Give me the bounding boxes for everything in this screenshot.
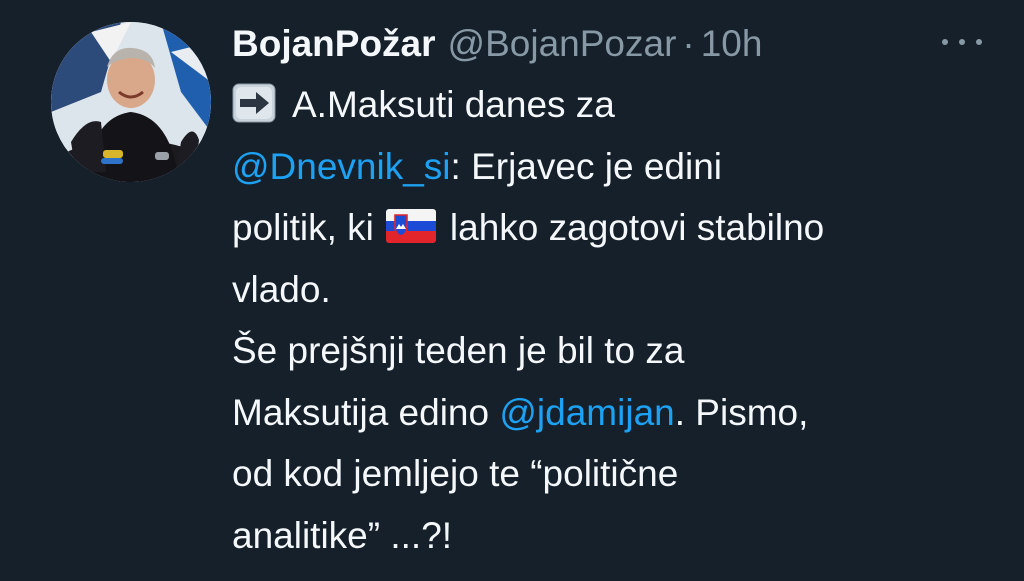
tweet-header: BojanPožar @BojanPozar · 10h [232,14,1002,74]
tweet-line-2-text: : Erjavec je edini [450,145,722,187]
mention-link-dnevnik[interactable]: @Dnevnik_si [232,146,451,187]
tweet-line-3-after: lahko zagotovi stabilno [449,207,825,248]
dot-shape [942,39,948,45]
right-arrow-emoji-icon [232,83,276,123]
tweet-line-1-text: A.Maksuti danes za [292,84,615,125]
dot-shape [959,39,965,45]
more-dots-icon[interactable] [942,30,982,54]
header-separator: · [682,23,695,64]
user-handle[interactable]: @BojanPozar [448,14,677,74]
tweet-content: BojanPožar @BojanPozar · 10h A.Maksuti d… [232,14,1002,566]
tweet-card[interactable]: BojanPožar @BojanPozar · 10h A.Maksuti d… [0,0,1024,581]
tweet-line: od kod jemljejo te “politične [232,453,679,494]
tweet-text: A.Maksuti danes za @Dnevnik_si: Erjavec … [232,74,1002,566]
tweet-timestamp[interactable]: 10h [701,14,763,74]
tweet-line-6-after: . Pismo, [674,391,809,433]
tweet-line: analitike” ...?! [232,514,453,556]
mention-link-jdamijan[interactable]: @jdamijan [499,392,674,433]
display-name[interactable]: BojanPožar [232,14,436,74]
tweet-line: Še prejšnji teden je bil to za [232,330,685,371]
avatar[interactable] [51,22,211,182]
tweet-line: Maksutija edino @jdamijan. Pismo, [232,382,1002,444]
avatar-photo [51,22,211,182]
tweet-line: A.Maksuti danes za [232,74,1002,136]
tweet-line: politik, ki lahko zagotovi stabilno [232,197,1002,259]
slovenia-flag-emoji-icon [385,209,436,243]
tweet-line-3-before: politik, ki [232,207,374,248]
tweet-line-6-before: Maksutija edino [232,391,500,433]
tweet-line: @Dnevnik_si: Erjavec je edini [232,136,1002,198]
tweet-line: vlado. [232,268,331,310]
dot-shape [976,39,982,45]
